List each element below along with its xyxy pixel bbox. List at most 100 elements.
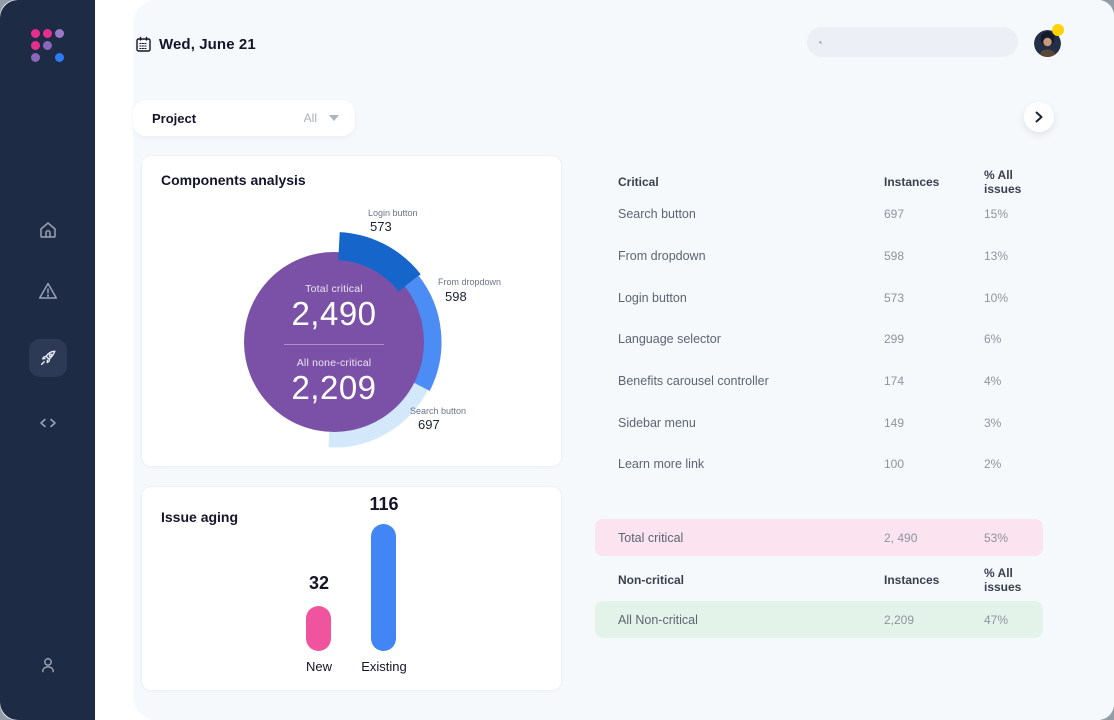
- bar-label-new: New: [305, 659, 332, 674]
- next-button[interactable]: [1024, 102, 1054, 132]
- logo-dot: [43, 29, 52, 38]
- sidebar: [0, 0, 95, 720]
- callout-login-label: Login button: [368, 208, 418, 218]
- project-filter-value: All: [303, 111, 317, 125]
- sidebar-item-code[interactable]: [29, 404, 67, 442]
- callout-login-value: 573: [370, 219, 392, 234]
- row-percent: 13%: [984, 249, 1009, 263]
- row-instances: 697: [884, 207, 905, 221]
- table-row: Sidebar menu 149 3%: [595, 415, 1043, 431]
- row-instances: 174: [884, 374, 905, 388]
- sidebar-item-home[interactable]: [29, 211, 67, 249]
- row-percent: 2%: [984, 457, 1002, 471]
- logo-dot: [55, 29, 64, 38]
- notification-badge: [1052, 24, 1064, 36]
- noncritical-row-instances: 2,209: [884, 612, 915, 627]
- logo-dot: [31, 41, 40, 50]
- logo-dot: [55, 53, 64, 62]
- total-critical-value: 2,490: [291, 295, 377, 332]
- row-instances: 573: [884, 291, 905, 305]
- logo-dot: [31, 29, 40, 38]
- bar-existing: [371, 524, 396, 651]
- logo-dot: [43, 41, 52, 50]
- noncritical-row-percent: 47%: [984, 612, 1009, 627]
- bar-value-existing: 116: [369, 494, 399, 514]
- row-percent: 3%: [984, 416, 1002, 430]
- person-icon: [41, 658, 54, 673]
- all-noncritical-row: All Non-critical 2,209 47%: [595, 601, 1043, 638]
- sidebar-item-launch[interactable]: [28, 339, 67, 377]
- callout-search-label: Search button: [410, 406, 467, 416]
- bar-label-existing: Existing: [361, 659, 407, 674]
- warning-icon: [38, 282, 57, 299]
- row-instances: 149: [884, 416, 905, 430]
- table-row: Learn more link 100 2%: [595, 456, 1043, 472]
- table-header-row: Critical Instances % All issues: [595, 168, 1043, 196]
- row-percent: 4%: [984, 374, 1002, 388]
- callout-dropdown-value: 598: [445, 289, 467, 304]
- total-critical-label: Total critical: [305, 283, 363, 295]
- row-percent: 15%: [984, 207, 1009, 221]
- all-noncritical-value: 2,209: [291, 369, 377, 406]
- app-logo[interactable]: [31, 29, 64, 62]
- main-panel: Wed, June 21 Project All Components anal…: [133, 0, 1114, 720]
- row-label: Language selector: [618, 332, 721, 346]
- row-label: From dropdown: [618, 249, 706, 263]
- project-filter[interactable]: Project All: [133, 100, 355, 136]
- chevron-down-icon: [329, 115, 339, 121]
- project-filter-label: Project: [152, 110, 197, 126]
- col-percent: % All issues: [984, 168, 1022, 196]
- components-analysis-card: Components analysis ore Total critical 2…: [141, 155, 562, 467]
- bar-value-new: 32: [308, 573, 330, 593]
- row-label: Sidebar menu: [618, 416, 696, 430]
- search-bar[interactable]: [807, 27, 1018, 57]
- row-label: Learn more link: [618, 457, 705, 471]
- center-divider: [284, 344, 384, 345]
- code-icon: [39, 418, 56, 428]
- noncritical-header-row: Non-critical Instances % All issues: [595, 566, 1043, 594]
- bar-new: [306, 606, 331, 651]
- chevron-right-icon: [1035, 111, 1043, 123]
- sidebar-item-alerts[interactable]: [29, 272, 67, 310]
- total-row-label: Total critical: [618, 530, 684, 545]
- col-instances: Instances: [884, 175, 940, 189]
- table-row: From dropdown 598 13%: [595, 248, 1043, 264]
- col-critical: Critical: [618, 175, 659, 189]
- rocket-icon: [40, 350, 55, 366]
- table-row: Language selector 299 6%: [595, 331, 1043, 347]
- table-row: Search button 697 15%: [595, 206, 1043, 222]
- row-instances: 299: [884, 332, 905, 346]
- all-noncritical-label: All none-critical: [296, 357, 372, 369]
- issue-card-title: Issue aging: [161, 509, 239, 525]
- callout-dropdown-label: From dropdown: [438, 277, 502, 287]
- date-display: Wed, June 21: [135, 36, 256, 53]
- row-label: Login button: [618, 291, 687, 305]
- row-percent: 6%: [984, 332, 1002, 346]
- total-row-percent: 53%: [984, 530, 1009, 545]
- total-row-instances: 2, 490: [884, 530, 918, 545]
- logo-dot: [31, 53, 40, 62]
- search-input[interactable]: [830, 34, 1006, 50]
- donut-center-totals: Total critical 2,490 All none-critical 2…: [234, 283, 434, 407]
- callout-search-value: 697: [418, 417, 440, 432]
- table-row: Benefits carousel controller 174 4%: [595, 373, 1043, 389]
- app-window: Wed, June 21 Project All Components anal…: [0, 0, 1114, 720]
- home-icon: [39, 222, 56, 238]
- col-instances-2: Instances: [884, 573, 940, 587]
- noncritical-row-label: All Non-critical: [618, 612, 698, 627]
- col-percent-2: % All issues: [984, 566, 1022, 594]
- user-avatar[interactable]: [1034, 24, 1064, 57]
- row-percent: 10%: [984, 291, 1009, 305]
- row-instances: 598: [884, 249, 905, 263]
- calendar-icon: [136, 36, 151, 52]
- row-label: Search button: [618, 207, 696, 221]
- search-icon: [819, 40, 822, 44]
- sidebar-item-profile[interactable]: [29, 646, 67, 684]
- row-label: Benefits carousel controller: [618, 374, 769, 388]
- date-label: Wed, June 21: [159, 36, 256, 53]
- table-row: Login button 573 10%: [595, 290, 1043, 306]
- issue-aging-card: Issue aging 32 116 New Existing: [141, 486, 562, 691]
- row-instances: 100: [884, 457, 905, 471]
- col-noncritical: Non-critical: [618, 573, 685, 587]
- total-critical-row: Total critical 2, 490 53%: [595, 519, 1043, 556]
